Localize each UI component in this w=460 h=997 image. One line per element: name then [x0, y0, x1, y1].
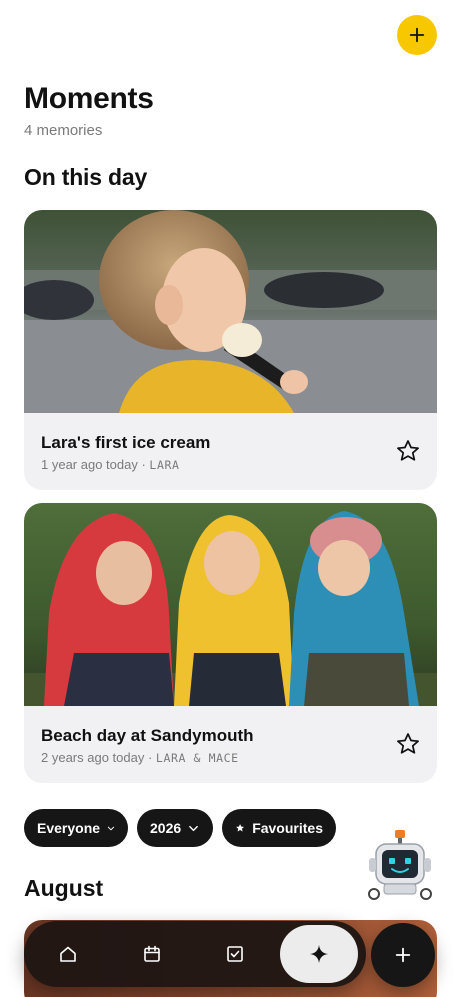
memory-photo	[24, 210, 437, 413]
nav-tasks-button[interactable]	[212, 931, 258, 977]
chevron-down-icon	[189, 825, 199, 831]
star-filled-icon	[236, 824, 245, 832]
month-heading: August	[24, 875, 104, 901]
filter-favourites-label: Favourites	[252, 820, 323, 836]
nav-moments-button[interactable]	[280, 925, 358, 983]
nav-home-button[interactable]	[45, 931, 91, 977]
nav-add-button[interactable]	[371, 923, 435, 987]
star-outline-icon[interactable]	[395, 438, 421, 464]
page-title: Moments	[24, 82, 154, 115]
section-heading-on-this-day: On this day	[24, 164, 148, 190]
home-icon	[60, 946, 76, 962]
add-moment-button[interactable]	[397, 15, 437, 55]
filter-year-dropdown[interactable]: 2026	[137, 809, 213, 847]
filter-people-dropdown[interactable]: Everyone	[24, 809, 128, 847]
memory-title: Beach day at Sandymouth	[41, 726, 254, 745]
sparkle-icon	[309, 944, 329, 964]
memory-card[interactable]: Beach day at Sandymouth 2 years ago toda…	[24, 503, 437, 783]
chevron-down-icon	[107, 826, 115, 830]
memory-meta: 1 year ago today · LARA	[41, 457, 180, 472]
star-outline-icon[interactable]	[395, 731, 421, 757]
meta-separator: ·	[144, 750, 156, 765]
memory-people: LARA & MACE	[155, 751, 239, 765]
calendar-icon	[144, 945, 160, 962]
robot-assistant-icon[interactable]	[366, 828, 434, 902]
filter-people-label: Everyone	[37, 820, 101, 836]
bottom-navigation	[24, 921, 366, 987]
plus-icon	[395, 947, 411, 963]
memory-card[interactable]: Lara's first ice cream 1 year ago today …	[24, 210, 437, 490]
memory-title: Lara's first ice cream	[41, 433, 211, 452]
memory-count: 4 memories	[24, 122, 103, 139]
filter-year-label: 2026	[150, 820, 182, 836]
plus-icon	[409, 27, 425, 43]
memory-photo	[24, 503, 437, 706]
filter-favourites-button[interactable]: Favourites	[222, 809, 336, 847]
checkbox-icon	[227, 946, 243, 962]
memory-meta: 2 years ago today · LARA & MACE	[41, 750, 239, 765]
memory-date: 1 year ago today	[41, 457, 138, 472]
meta-separator: ·	[137, 457, 150, 472]
memory-people: LARA	[149, 458, 180, 472]
memory-date: 2 years ago today	[41, 750, 145, 765]
nav-calendar-button[interactable]	[129, 931, 175, 977]
